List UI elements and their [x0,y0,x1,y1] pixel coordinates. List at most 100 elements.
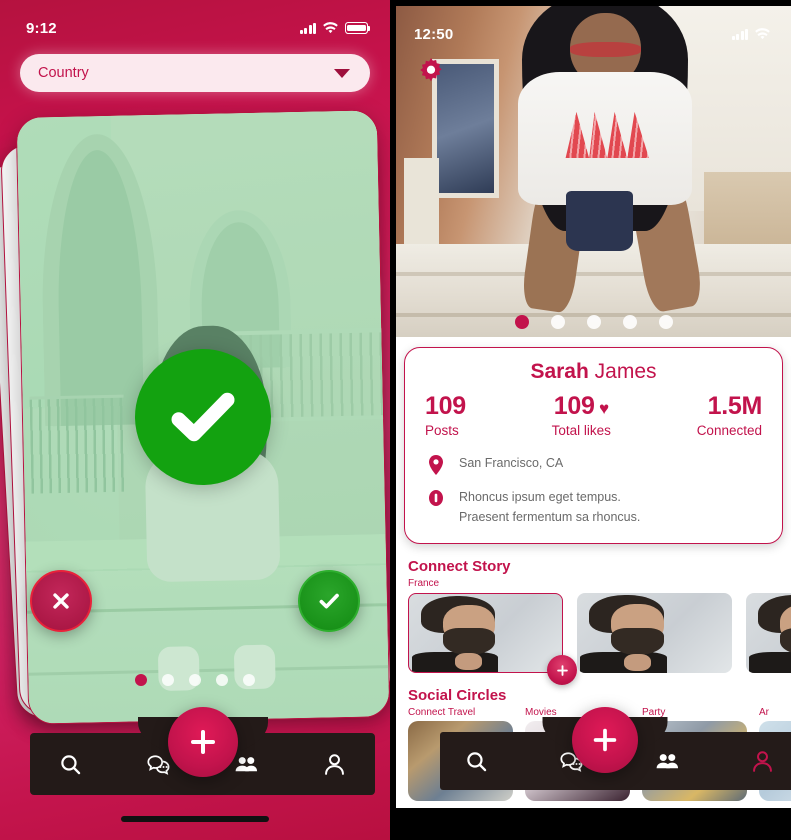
stat-value: 109 [425,392,466,420]
circle-caption: Connect Travel [408,707,476,718]
nav-item-add[interactable] [572,707,639,773]
cellular-bars-icon [300,22,316,34]
pagination-dot[interactable] [586,315,601,329]
person-icon [753,750,773,772]
people-group-icon [656,753,678,768]
stat-posts[interactable]: 109 Posts [425,392,466,439]
pagination-dot[interactable] [162,674,174,686]
status-time: 12:50 [414,25,454,43]
profile-location: San Francisco, CA [459,456,564,471]
left-bottom-nav [30,707,375,795]
dual-phone-mockup: 9:12 Country 12:50 Sarah James 109 Posts… [0,0,791,840]
right-status-bar: 12:50 [396,6,791,48]
stat-label: Posts [425,423,459,439]
right-phone-content: 12:50 Sarah James 109 Posts 109 ♥ Total … [396,6,791,834]
stat-connected[interactable]: 1.5M Connected [696,392,763,439]
connect-story-row: France [396,578,791,685]
people-group-icon [235,756,258,771]
plus-icon [190,730,215,754]
country-select-label: Country [38,65,89,81]
location-pin-icon [427,454,445,476]
swipe-pagination-dots[interactable] [0,674,390,686]
story-thumbnail[interactable] [746,593,791,673]
nav-item-search[interactable] [462,747,490,775]
nav-item-people[interactable] [233,750,261,778]
pagination-dot[interactable] [216,674,228,686]
pagination-dot[interactable] [243,674,255,686]
swipe-card-front[interactable] [15,109,390,725]
person-icon [325,753,345,775]
story-thumbnail[interactable] [408,593,563,673]
reject-button[interactable] [30,570,92,632]
pagination-dot[interactable] [658,315,673,329]
profile-bio-row: Rhoncus ipsum eget tempus. Praesent ferm… [419,488,768,527]
country-select-wrap: Country [0,46,390,92]
pagination-dot[interactable] [135,674,147,686]
profile-info-card: Sarah James 109 Posts 109 ♥ Total likes … [404,347,783,544]
profile-first-name: Sarah [530,360,589,383]
profile-meta: San Francisco, CA Rhoncus ipsum eget tem… [419,454,768,527]
add-story-button[interactable] [547,655,577,685]
settings-button[interactable] [416,56,446,91]
pagination-dot[interactable] [189,674,201,686]
story-item[interactable] [577,578,732,673]
story-thumbnail[interactable] [577,593,732,673]
profile-name: Sarah James [419,360,768,384]
wifi-icon [755,27,770,39]
search-icon [466,751,486,771]
profile-bio: Rhoncus ipsum eget tempus. Praesent ferm… [459,488,640,527]
wifi-icon [323,21,338,33]
social-circles-title: Social Circles [408,687,507,704]
right-bottom-nav [440,707,791,790]
check-icon [171,392,235,442]
stat-total-likes[interactable]: 109 ♥ Total likes [552,393,611,438]
search-icon [60,754,80,774]
accept-button[interactable] [298,570,360,632]
info-circle-icon [427,488,445,509]
nav-item-messages[interactable] [144,750,172,778]
stat-label: Connected [696,423,762,439]
stat-label: Total likes [551,423,611,439]
pagination-dot[interactable] [550,315,565,329]
gear-icon [420,58,442,82]
connect-story-title: Connect Story [408,558,511,575]
nav-item-search[interactable] [56,750,84,778]
pagination-dot[interactable] [622,315,637,329]
story-item[interactable]: France [408,578,577,685]
pagination-dot[interactable] [514,315,529,329]
story-caption [577,578,732,591]
check-icon [319,593,339,609]
circle-caption: Ar [759,707,769,718]
home-indicator [121,816,269,822]
story-caption [746,578,791,591]
right-phone-screen: 12:50 Sarah James 109 Posts 109 ♥ Total … [390,0,791,840]
plus-icon [556,664,568,676]
plus-icon [593,728,617,752]
left-phone-screen: 9:12 Country [0,0,390,840]
profile-bio-line-2: Praesent fermentum sa rhoncus. [459,509,641,524]
story-item[interactable] [746,578,791,673]
battery-full-icon [345,22,371,34]
status-indicators [300,21,371,35]
cellular-bars-icon [732,28,748,40]
profile-location-row: San Francisco, CA [419,454,768,476]
hero-pagination-dots[interactable] [396,315,791,329]
profile-last-name: James [594,360,657,383]
country-select[interactable]: Country [20,54,370,92]
status-indicators [732,27,771,41]
left-status-bar: 9:12 [0,0,390,46]
nav-item-profile[interactable] [749,747,777,775]
stat-value: 109 [553,392,595,420]
nav-item-profile[interactable] [321,750,349,778]
chevron-down-icon[interactable] [334,68,350,78]
stat-value-wrap: 109 ♥ [552,393,611,419]
stat-value: 1.5M [707,392,763,420]
profile-stats: 109 Posts 109 ♥ Total likes 1.5M Connect… [419,392,768,439]
profile-bio-line-1: Rhoncus ipsum eget tempus. [459,490,621,505]
story-caption: France [408,578,440,589]
nav-item-people[interactable] [653,747,681,775]
heart-icon: ♥ [594,399,609,418]
right-bottom-black-bar [396,808,791,834]
nav-item-add[interactable] [167,707,238,777]
profile-hero-image[interactable]: 12:50 [396,6,791,337]
